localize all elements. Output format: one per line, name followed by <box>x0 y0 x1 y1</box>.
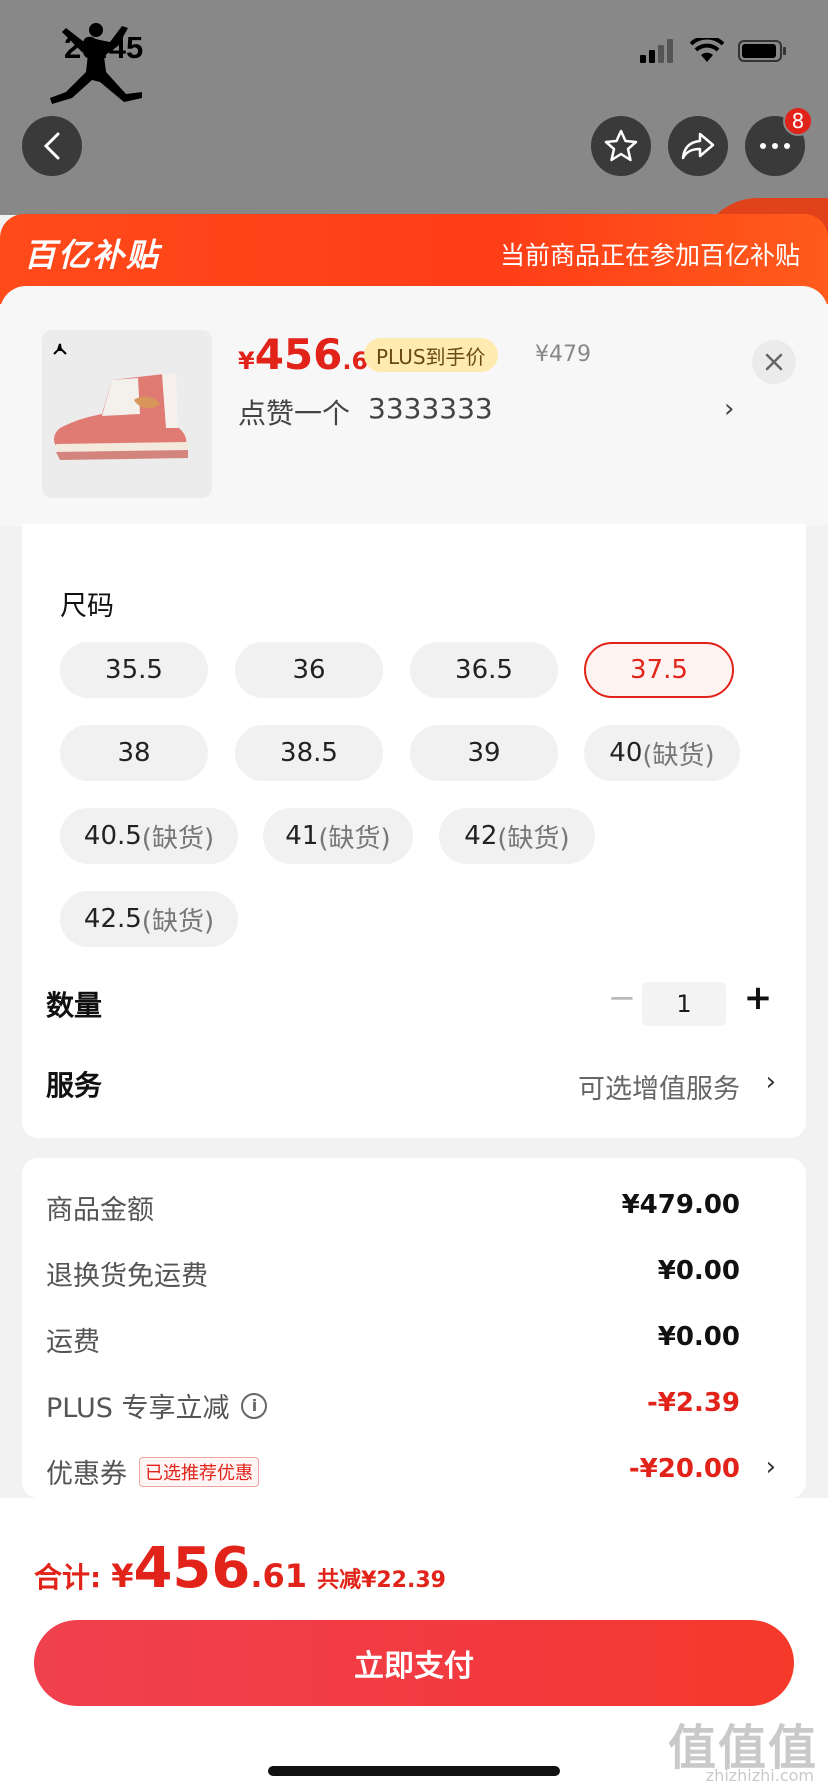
battery-icon <box>738 40 786 62</box>
cost-label-text: PLUS 专享立减 <box>46 1393 230 1424</box>
original-price: ¥479 <box>535 342 591 367</box>
close-icon <box>765 353 783 371</box>
size-option[interactable]: 38.5 <box>235 725 383 781</box>
cost-label: 运费 <box>46 1327 100 1358</box>
selected-variant[interactable]: 点赞一个 3333333 <box>238 392 493 432</box>
cost-label-plus: PLUS 专享立减 i <box>46 1386 268 1425</box>
size-option-out-of-stock[interactable]: 40 (缺货) <box>584 725 740 781</box>
quantity-input[interactable]: 1 <box>642 982 726 1026</box>
size-section-label: 尺码 <box>60 591 114 622</box>
price-integer: 456 <box>254 330 343 379</box>
notification-badge: 8 <box>783 106 813 136</box>
cost-label: 商品金额 <box>46 1195 154 1226</box>
back-button[interactable] <box>22 116 82 176</box>
product-price: ¥ 456 .61 <box>238 330 385 379</box>
cost-value: ¥0.00 <box>657 1256 740 1286</box>
cost-value-discount: -¥2.39 <box>646 1388 740 1418</box>
product-summary: ¥ 456 .61 PLUS到手价 ¥479 点赞一个 3333333 › <box>0 286 828 526</box>
cost-label-coupon[interactable]: 优惠券 已选推荐优惠 <box>46 1452 259 1491</box>
size-option-out-of-stock[interactable]: 42.5 (缺货) <box>60 891 238 947</box>
plus-price-tag: PLUS到手价 <box>364 338 498 372</box>
share-arrow-icon <box>681 132 715 160</box>
more-button[interactable]: 8 <box>745 106 813 176</box>
service-label: 服务 <box>46 1069 103 1102</box>
watermark-url: zhizhizhi.com <box>705 1766 814 1785</box>
sneaker-image <box>53 343 188 460</box>
cost-value-coupon[interactable]: -¥20.00 <box>629 1454 740 1484</box>
share-button[interactable] <box>668 116 728 176</box>
chevron-right-icon[interactable]: › <box>766 1067 776 1097</box>
size-option[interactable]: 36 <box>235 642 383 698</box>
price-currency: ¥ <box>238 347 255 375</box>
cost-value: ¥0.00 <box>657 1322 740 1352</box>
jumpman-logo-icon <box>50 23 142 104</box>
selected-variant-label: 点赞一个 <box>238 397 351 430</box>
coupon-tag: 已选推荐优惠 <box>139 1456 259 1487</box>
checkout-bar: 合计: ¥ 456 .61 共减¥22.39 立即支付 值值值 zhizhizh… <box>0 1498 828 1792</box>
total-decimal: .61 <box>250 1557 308 1595</box>
total-currency: ¥ <box>111 1557 134 1595</box>
quantity-increase-button[interactable]: + <box>738 976 778 1020</box>
total-label: 合计: <box>34 1561 102 1594</box>
chevron-right-icon[interactable]: › <box>766 1452 776 1482</box>
size-option-out-of-stock[interactable]: 41 (缺货) <box>263 808 413 864</box>
signal-icon <box>640 39 673 63</box>
options-card: 尺码 35.5 36 36.5 37.5 38 38.5 39 40 (缺货) 4… <box>22 524 806 1138</box>
total-saved: 共减¥22.39 <box>317 1568 446 1593</box>
total-integer: 456 <box>133 1536 251 1601</box>
chevron-right-icon[interactable]: › <box>724 394 734 424</box>
cost-value: ¥479.00 <box>621 1190 740 1220</box>
cost-breakdown: 商品金额 ¥479.00 退换货免运费 ¥0.00 运费 ¥0.00 PLUS … <box>22 1158 806 1498</box>
favorite-button[interactable] <box>591 116 651 176</box>
more-dots-icon <box>760 143 790 149</box>
total-amount: 合计: ¥ 456 .61 共减¥22.39 <box>34 1536 446 1601</box>
close-button[interactable] <box>752 340 796 384</box>
size-option[interactable]: 36.5 <box>410 642 558 698</box>
chevron-left-icon <box>43 132 60 160</box>
size-option[interactable]: 39 <box>410 725 558 781</box>
cost-label: 退换货免运费 <box>46 1261 208 1292</box>
subsidy-logo: 百亿补贴 <box>24 236 161 274</box>
quantity-label: 数量 <box>46 989 103 1022</box>
size-option-out-of-stock[interactable]: 40.5 (缺货) <box>60 808 238 864</box>
cost-label-text: 优惠券 <box>46 1459 127 1490</box>
size-option[interactable]: 35.5 <box>60 642 208 698</box>
service-value[interactable]: 可选增值服务 <box>578 1067 740 1106</box>
quantity-decrease-button[interactable]: − <box>602 978 642 1018</box>
subsidy-note: 当前商品正在参加百亿补贴 <box>499 241 800 270</box>
star-icon <box>604 129 638 162</box>
product-thumbnail <box>42 330 212 498</box>
status-icons <box>640 38 788 64</box>
selected-variant-value: 3333333 <box>368 392 493 425</box>
wifi-icon <box>690 38 724 62</box>
pay-now-button[interactable]: 立即支付 <box>34 1620 794 1706</box>
home-indicator <box>268 1766 560 1776</box>
size-option[interactable]: 38 <box>60 725 208 781</box>
size-option-selected[interactable]: 37.5 <box>584 642 734 698</box>
info-icon[interactable]: i <box>241 1392 268 1419</box>
size-option-out-of-stock[interactable]: 42 (缺货) <box>439 808 595 864</box>
